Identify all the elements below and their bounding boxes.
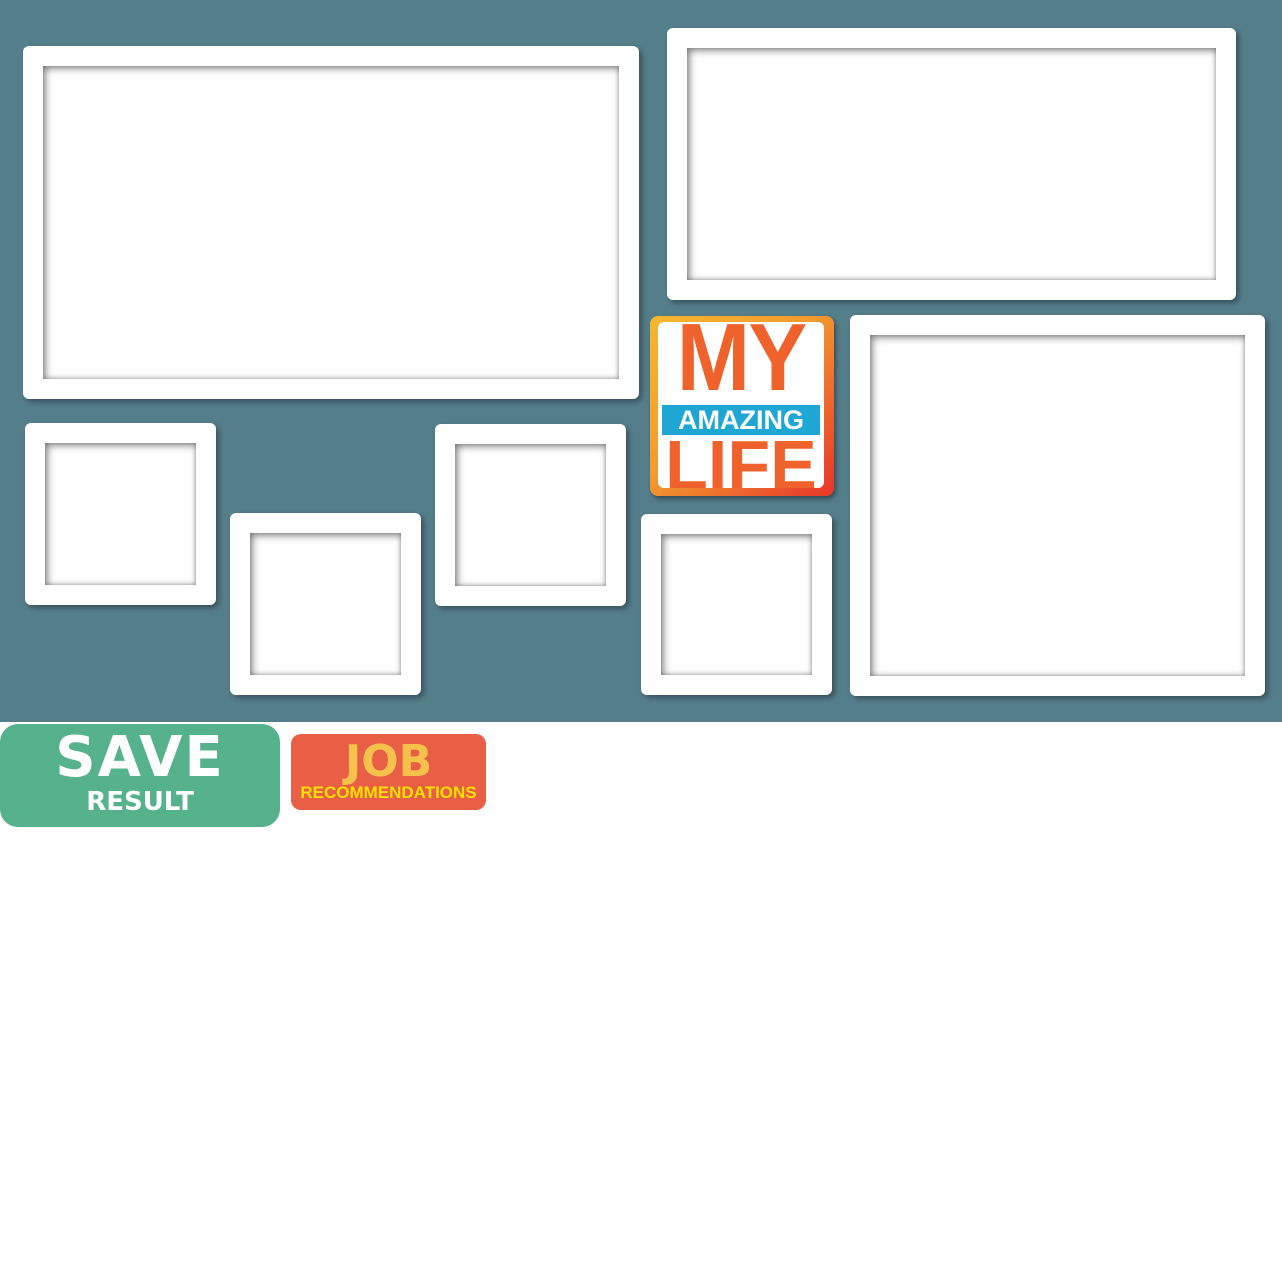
job-recommendations-button[interactable]: JOB RECOMMENDATIONS [291, 734, 486, 810]
photo-slot [45, 443, 196, 585]
logo-line-life: LIFE [665, 426, 817, 488]
job-button-label: JOB [344, 736, 433, 787]
photo-slot [43, 66, 619, 379]
collage-board: MY AMAZING LIFE [0, 0, 1282, 722]
photo-slot [661, 534, 812, 675]
photo-frame-3[interactable] [25, 423, 216, 605]
photo-frame-1[interactable] [23, 46, 639, 399]
photo-slot [870, 335, 1245, 676]
photo-slot [455, 444, 606, 586]
logo-line-my: MY [676, 322, 808, 411]
photo-frame-7[interactable] [850, 315, 1265, 696]
save-result-button[interactable]: SAVE RESULT [0, 724, 280, 827]
my-amazing-life-logo: MY AMAZING LIFE [650, 316, 834, 496]
photo-frame-2[interactable] [667, 28, 1236, 300]
photo-slot [250, 533, 401, 675]
save-button-label: SAVE [55, 725, 225, 790]
photo-slot [687, 48, 1216, 280]
job-button-sublabel: RECOMMENDATIONS [300, 783, 477, 802]
logo-face: MY AMAZING LIFE [658, 322, 824, 488]
photo-frame-5[interactable] [435, 424, 626, 606]
save-button-sublabel: RESULT [86, 787, 194, 817]
photo-frame-4[interactable] [230, 513, 421, 695]
photo-frame-6[interactable] [641, 514, 832, 695]
